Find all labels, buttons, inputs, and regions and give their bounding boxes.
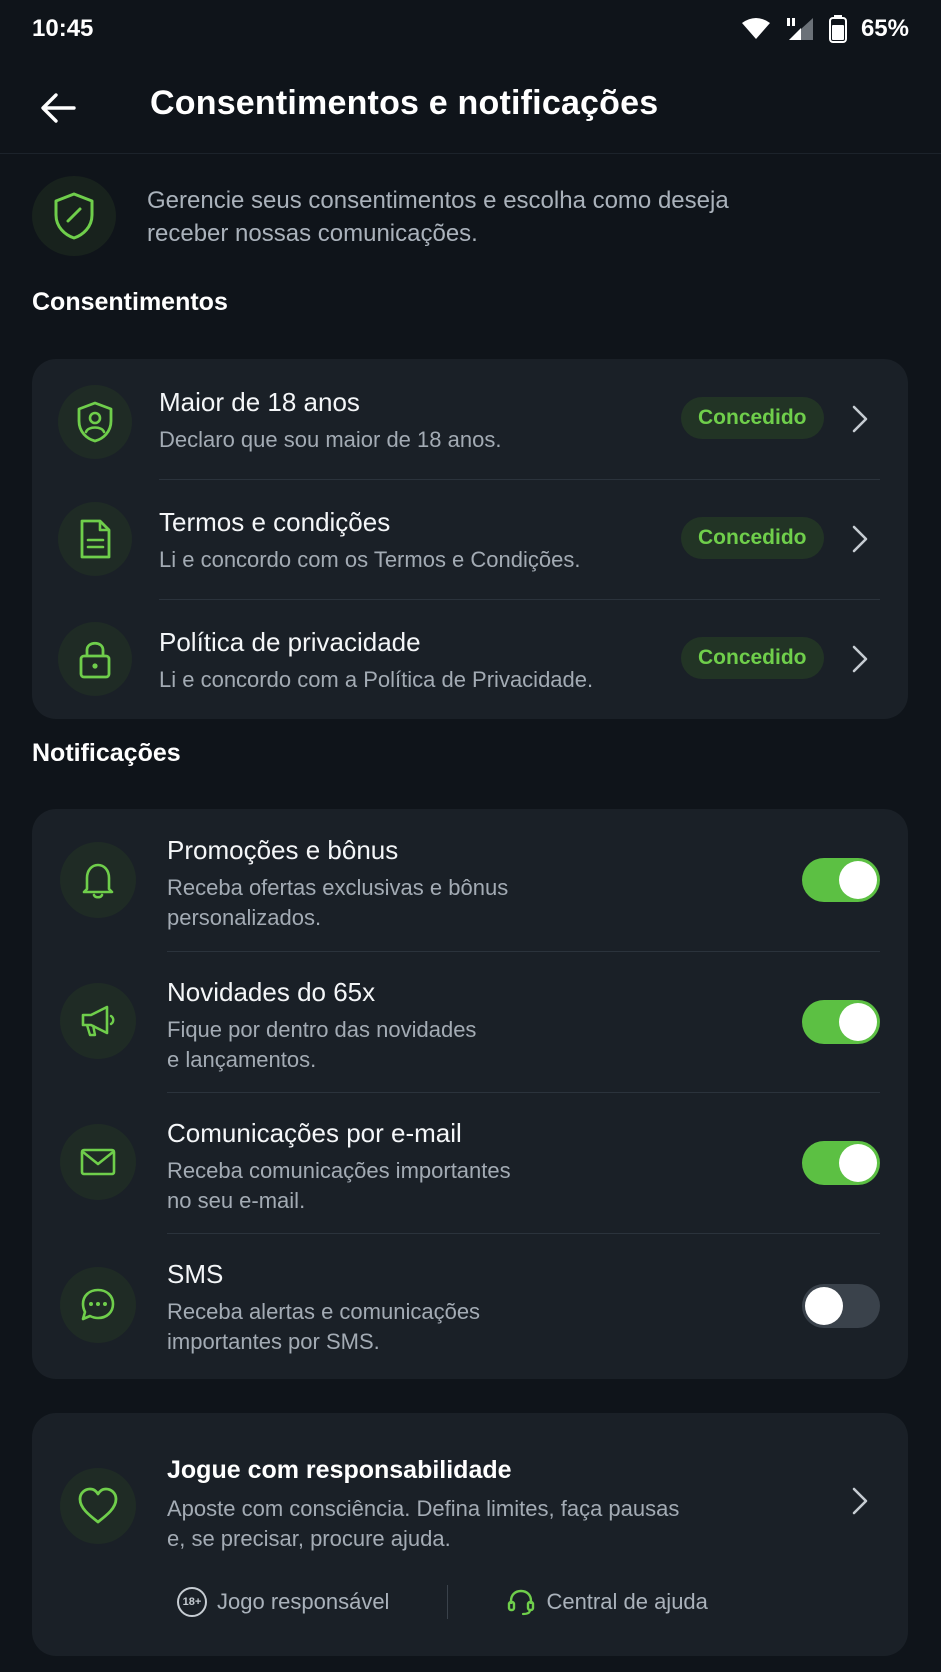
- responsible-gaming-card[interactable]: Jogue com responsabilidade Aposte com co…: [32, 1413, 908, 1656]
- consent-title: Termos e condições: [159, 507, 391, 537]
- notification-icon-wrap: [60, 842, 136, 918]
- chevron-right-icon: [848, 642, 872, 676]
- notification-icon-wrap: [60, 983, 136, 1059]
- chevron-right-icon: [848, 522, 872, 556]
- notification-row-news: Novidades do 65x Fique por dentro das no…: [32, 951, 908, 1092]
- responsible-title: Jogue com responsabilidade: [167, 1456, 512, 1484]
- link-separator: [447, 1585, 449, 1619]
- status-bar: 10:45 65%: [0, 0, 941, 58]
- toggle-knob: [839, 1003, 877, 1041]
- link-responsible-gaming[interactable]: 18+ Jogo responsável: [177, 1587, 389, 1617]
- heart-icon-wrap: [60, 1468, 136, 1544]
- toggle-email[interactable]: [802, 1141, 880, 1185]
- age-18-icon: 18+: [177, 1587, 207, 1617]
- age-18-label: 18+: [182, 1596, 202, 1608]
- document-icon: [80, 519, 111, 559]
- notification-desc-line2: no seu e-mail.: [167, 1188, 306, 1213]
- notification-icon-wrap: [60, 1267, 136, 1343]
- notification-desc-line1: Fique por dentro das novidades: [167, 1017, 477, 1042]
- link-responsible-label: Jogo responsável: [217, 1589, 390, 1614]
- toggle-knob: [839, 861, 877, 899]
- notification-desc-line1: Receba comunicações importantes: [167, 1158, 511, 1183]
- user-shield-icon: [77, 401, 113, 443]
- notification-desc-line2: e lançamentos.: [167, 1047, 317, 1072]
- toggle-promos[interactable]: [802, 858, 880, 902]
- link-help-center[interactable]: Central de ajuda: [506, 1587, 708, 1617]
- consent-icon-wrap: [58, 622, 132, 696]
- status-badge: Concedido: [681, 637, 824, 679]
- shield-badge: [32, 176, 116, 256]
- responsible-links: 18+ Jogo responsável Central de ajuda: [177, 1585, 708, 1619]
- headset-icon: [508, 1589, 535, 1616]
- notification-row-email: Comunicações por e-mail Receba comunicaç…: [32, 1092, 908, 1233]
- status-time: 10:45: [32, 15, 94, 42]
- page-title: Consentimentos e notificações: [150, 84, 659, 122]
- notifications-card: Promoções e bônus Receba ofertas exclusi…: [32, 809, 908, 1379]
- consent-icon-wrap: [58, 385, 132, 459]
- responsible-desc-line1: Aposte com consciência. Defina limites, …: [167, 1496, 680, 1521]
- notification-desc-line2: importantes por SMS.: [167, 1329, 380, 1354]
- notification-icon-wrap: [60, 1124, 136, 1200]
- battery-percent: 65%: [860, 15, 909, 42]
- notification-desc-line2: personalizados.: [167, 905, 322, 930]
- shield-check-icon: [54, 192, 94, 240]
- status-badge: Concedido: [681, 517, 824, 559]
- consents-card: Maior de 18 anos Declaro que sou maior d…: [32, 359, 908, 719]
- consent-row-terms[interactable]: Termos e condições Li e concordo com os …: [32, 479, 908, 599]
- status-badge: Concedido: [681, 397, 824, 439]
- notification-title: Novidades do 65x: [167, 977, 376, 1007]
- notification-title: Promoções e bônus: [167, 835, 399, 865]
- bell-icon: [82, 863, 114, 899]
- notification-row-sms: SMS Receba alertas e comunicações import…: [32, 1233, 908, 1379]
- arrow-left-icon: [41, 93, 76, 123]
- notification-row-promos: Promoções e bônus Receba ofertas exclusi…: [32, 809, 908, 951]
- toggle-sms[interactable]: [802, 1284, 880, 1328]
- top-bar: Consentimentos e notificações: [0, 62, 941, 154]
- toggle-knob: [805, 1287, 843, 1325]
- chat-bubble-icon: [81, 1288, 115, 1321]
- heart-icon: [78, 1487, 118, 1524]
- toggle-news[interactable]: [802, 1000, 880, 1044]
- signal-icon: [786, 18, 813, 40]
- consent-subtitle: Li e concordo com os Termos e Condições.: [159, 547, 581, 572]
- consent-title: Maior de 18 anos: [159, 387, 360, 417]
- consent-title: Política de privacidade: [159, 627, 421, 657]
- lock-icon: [79, 641, 111, 679]
- megaphone-icon: [81, 1005, 115, 1037]
- consent-subtitle: Li e concordo com a Política de Privacid…: [159, 667, 594, 692]
- notifications-section-title: Notificações: [32, 739, 181, 767]
- notification-title: SMS: [167, 1259, 224, 1289]
- battery-icon: [828, 15, 847, 43]
- chevron-right-icon: [848, 402, 872, 436]
- consent-row-age[interactable]: Maior de 18 anos Declaro que sou maior d…: [32, 359, 908, 479]
- responsible-desc-line2: e, se precisar, procure ajuda.: [167, 1526, 451, 1551]
- consent-row-privacy[interactable]: Política de privacidade Li e concordo co…: [32, 599, 908, 719]
- consents-section-title: Consentimentos: [32, 288, 228, 316]
- consent-icon-wrap: [58, 502, 132, 576]
- mail-icon: [80, 1148, 116, 1176]
- wifi-icon: [741, 18, 770, 39]
- link-help-label: Central de ajuda: [546, 1589, 708, 1614]
- status-icons: 65%: [741, 15, 909, 43]
- notification-desc-line1: Receba ofertas exclusivas e bônus: [167, 875, 509, 900]
- toggle-knob: [839, 1144, 877, 1182]
- back-button[interactable]: [30, 80, 86, 136]
- notification-title: Comunicações por e-mail: [167, 1118, 462, 1148]
- consent-subtitle: Declaro que sou maior de 18 anos.: [159, 427, 502, 452]
- chevron-right-icon: [848, 1484, 872, 1518]
- intro-section: Gerencie seus consentimentos e escolha c…: [32, 176, 912, 256]
- intro-text: Gerencie seus consentimentos e escolha c…: [147, 187, 729, 247]
- notification-desc-line1: Receba alertas e comunicações: [167, 1299, 481, 1324]
